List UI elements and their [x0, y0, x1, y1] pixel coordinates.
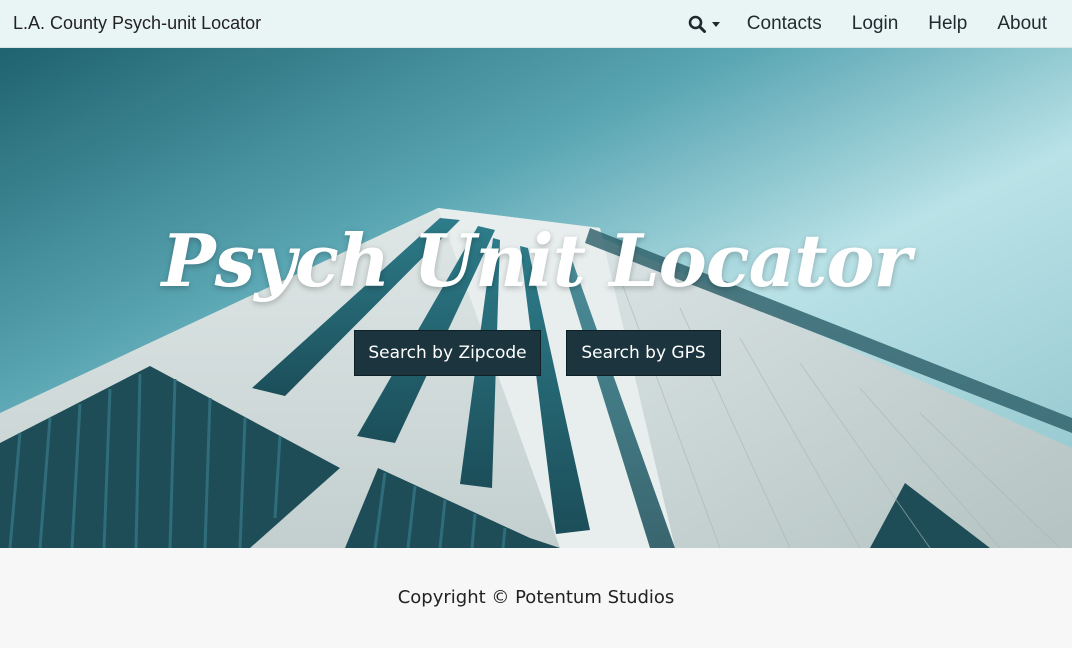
search-icon — [688, 15, 706, 33]
copyright-text: Copyright © Potentum Studios — [397, 587, 675, 608]
search-by-gps-button[interactable]: Search by GPS — [566, 330, 721, 376]
nav-item-help[interactable]: Help — [913, 0, 982, 47]
footer: Copyright © Potentum Studios — [0, 548, 1072, 648]
search-by-zipcode-button[interactable]: Search by Zipcode — [354, 330, 541, 376]
brand-link[interactable]: L.A. County Psych-unit Locator — [13, 13, 261, 34]
caret-down-icon — [711, 22, 720, 27]
nav-menu: Contacts Login Help About — [674, 0, 1062, 47]
hero-section: Psych Unit Locator Search by Zipcode Sea… — [0, 48, 1072, 548]
navbar: L.A. County Psych-unit Locator Contacts … — [0, 0, 1072, 48]
hero-title: Psych Unit Locator — [161, 218, 912, 303]
nav-item-contacts[interactable]: Contacts — [732, 0, 837, 47]
search-dropdown-toggle[interactable] — [674, 0, 732, 47]
nav-item-about[interactable]: About — [982, 0, 1062, 47]
nav-item-login[interactable]: Login — [837, 0, 914, 47]
